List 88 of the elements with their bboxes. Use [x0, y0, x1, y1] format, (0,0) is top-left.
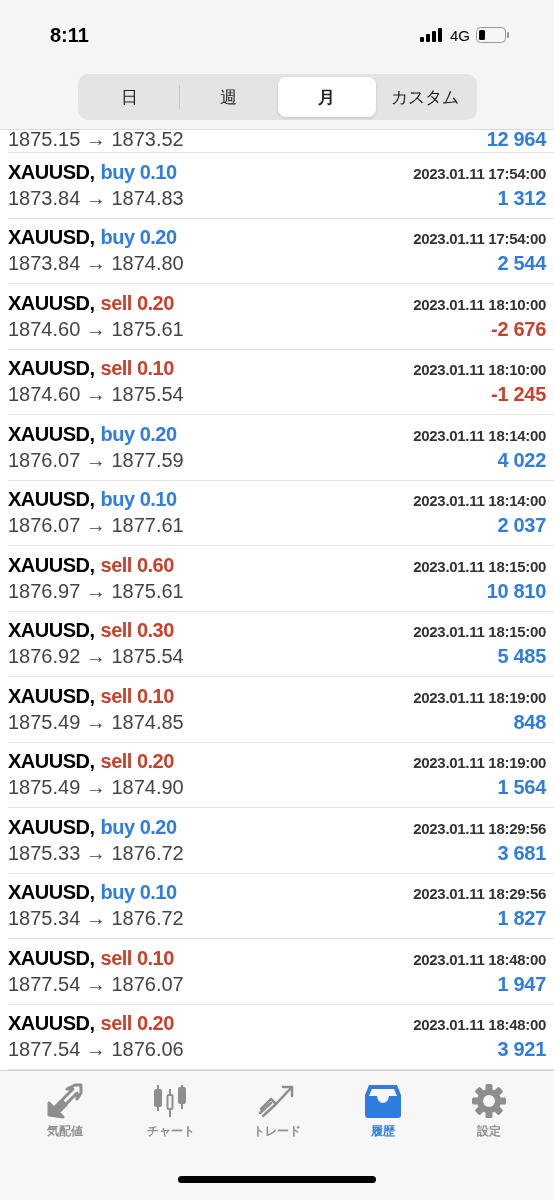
- price-range: 1874.60 → 1875.54: [8, 383, 184, 407]
- profit-amount: 2 544: [497, 252, 546, 276]
- price-range: 1876.07 → 1877.61: [8, 514, 184, 538]
- period-tab[interactable]: 週: [179, 77, 277, 117]
- trade-side: buy 0.10: [100, 160, 177, 184]
- trade-time: 2023.01.11 18:15:00: [413, 557, 546, 575]
- trade-time: 2023.01.11 17:54:00: [413, 230, 546, 248]
- trade-side: buy 0.10: [100, 881, 177, 905]
- trade-side: buy 0.10: [100, 488, 177, 512]
- trade-time: 2023.01.11 18:14:00: [413, 492, 546, 510]
- profit-amount: 3 681: [497, 841, 546, 865]
- tab-bar-item[interactable]: トレード: [224, 1083, 330, 1156]
- price-range: 1874.60 → 1875.61: [8, 317, 184, 341]
- price-range: 1875.34 → 1876.72: [8, 907, 184, 931]
- trade-time: 2023.01.11 18:19:00: [413, 754, 546, 772]
- symbol-name: XAUUSD,: [8, 619, 95, 643]
- tab-bar-item[interactable]: 設定: [436, 1083, 542, 1156]
- price-range: 1875.15 → 1873.52: [8, 130, 184, 151]
- symbol-name: XAUUSD,: [8, 946, 95, 970]
- period-tab[interactable]: 月: [278, 77, 376, 117]
- price-range: 1873.84 → 1874.80: [8, 252, 184, 276]
- price-range: 1876.92 → 1875.54: [8, 645, 184, 669]
- symbol-name: XAUUSD,: [8, 1012, 95, 1036]
- trade-side: sell 0.20: [100, 1012, 174, 1036]
- settings-icon: [469, 1083, 509, 1119]
- symbol-name: XAUUSD,: [8, 488, 95, 512]
- trade-time: 2023.01.11 17:54:00: [413, 164, 546, 182]
- trade-time: 2023.01.11 18:19:00: [413, 688, 546, 706]
- period-tab[interactable]: 日: [81, 77, 179, 117]
- trade-side: buy 0.20: [100, 226, 177, 250]
- trade-side: sell 0.30: [100, 619, 174, 643]
- tab-bar-item[interactable]: チャート: [118, 1083, 224, 1156]
- profit-amount: -1 245: [491, 383, 546, 407]
- trade-time: 2023.01.11 18:29:56: [413, 885, 546, 903]
- profit-amount: 10 810: [486, 579, 546, 603]
- symbol-name: XAUUSD,: [8, 684, 95, 708]
- price-range: 1875.49 → 1874.90: [8, 776, 184, 800]
- trade-time: 2023.01.11 18:10:00: [413, 295, 546, 313]
- profit-amount: 1 827: [497, 907, 546, 931]
- profit-amount: 5 485: [497, 645, 546, 669]
- profit-amount: 4 022: [497, 448, 546, 472]
- price-range: 1873.84 → 1874.83: [8, 186, 184, 210]
- profit-amount: 12 964: [486, 130, 546, 151]
- profit-amount: 2 037: [497, 514, 546, 538]
- profit-amount: 1 564: [497, 776, 546, 800]
- profit-amount: 1 947: [497, 972, 546, 996]
- profit-amount: 848: [513, 710, 546, 734]
- tab-bar-item[interactable]: 履歴: [330, 1083, 436, 1156]
- symbol-name: XAUUSD,: [8, 160, 95, 184]
- price-range: 1875.49 → 1874.85: [8, 710, 184, 734]
- price-range: 1876.97 → 1875.61: [8, 579, 184, 603]
- signal-icon: [420, 28, 444, 42]
- trade-side: buy 0.20: [100, 815, 177, 839]
- network-type: 4G: [450, 26, 470, 44]
- price-range: 1875.33 → 1876.72: [8, 841, 184, 865]
- profit-amount: 3 921: [497, 1038, 546, 1062]
- trade-side: buy 0.20: [100, 422, 177, 446]
- trade-side: sell 0.20: [100, 291, 174, 315]
- trade-time: 2023.01.11 18:48:00: [413, 1016, 546, 1034]
- trade-side: sell 0.10: [100, 357, 174, 381]
- period-tab[interactable]: カスタム: [376, 77, 474, 117]
- trade-side: sell 0.10: [100, 684, 174, 708]
- symbol-name: XAUUSD,: [8, 553, 95, 577]
- trade-time: 2023.01.11 18:48:00: [413, 950, 546, 968]
- profit-amount: 1 312: [497, 186, 546, 210]
- symbol-name: XAUUSD,: [8, 226, 95, 250]
- double-arrow-icon: [45, 1083, 85, 1119]
- symbol-name: XAUUSD,: [8, 291, 95, 315]
- inbox-tray-icon: [363, 1083, 403, 1119]
- price-range: 1877.54 → 1876.06: [8, 1038, 184, 1062]
- trade-side: sell 0.20: [100, 750, 174, 774]
- profit-amount: -2 676: [491, 317, 546, 341]
- symbol-name: XAUUSD,: [8, 815, 95, 839]
- price-range: 1877.54 → 1876.07: [8, 972, 184, 996]
- symbol-name: XAUUSD,: [8, 881, 95, 905]
- trade-time: 2023.01.11 18:14:00: [413, 426, 546, 444]
- price-range: 1876.07 → 1877.59: [8, 448, 184, 472]
- trade-side: sell 0.60: [100, 553, 174, 577]
- symbol-name: XAUUSD,: [8, 422, 95, 446]
- symbol-name: XAUUSD,: [8, 357, 95, 381]
- trade-time: 2023.01.11 18:29:56: [413, 819, 546, 837]
- battery-icon: [476, 27, 510, 43]
- symbol-name: XAUUSD,: [8, 750, 95, 774]
- trade-time: 2023.01.11 18:15:00: [413, 623, 546, 641]
- trade-time: 2023.01.11 18:10:00: [413, 361, 546, 379]
- clock-time: 8:11: [50, 23, 89, 47]
- trade-side: sell 0.10: [100, 946, 174, 970]
- tab-bar-item[interactable]: 気配値: [12, 1083, 118, 1156]
